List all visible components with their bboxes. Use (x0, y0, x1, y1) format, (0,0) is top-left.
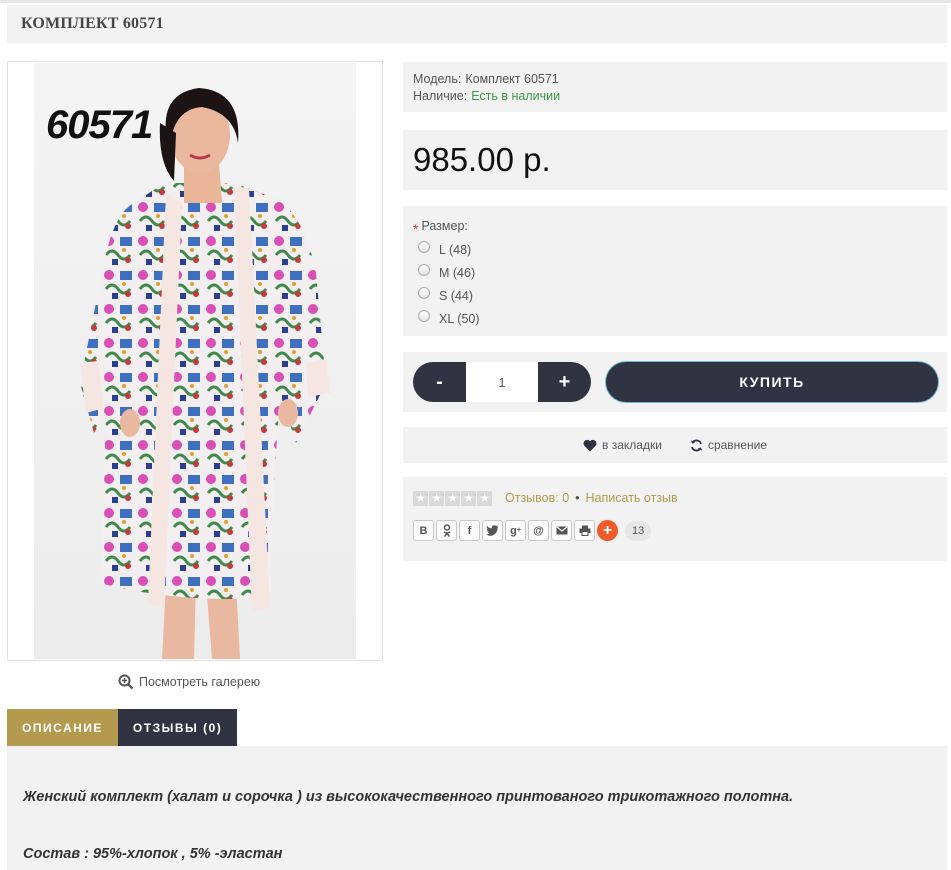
zoom-icon (118, 674, 134, 690)
product-price: 985.00 р. (413, 141, 551, 178)
separator-dot: • (575, 491, 580, 505)
price-panel: 985.00 р. (403, 130, 947, 190)
product-tabs: ОПИСАНИЕ ОТЗЫВЫ (0) (7, 709, 238, 746)
quantity-input[interactable] (466, 362, 538, 402)
add-to-compare-link[interactable]: сравнение (690, 438, 767, 452)
compare-label: сравнение (707, 438, 767, 452)
mailru-icon[interactable]: @ (528, 520, 549, 541)
availability-row: Наличие: Есть в наличии (413, 88, 937, 105)
description-text: Женский комплект (халат и сорочка ) из в… (23, 789, 794, 805)
decrease-quantity-button[interactable]: - (413, 362, 466, 402)
star-icon: ★ (445, 490, 460, 506)
star-icon: ★ (429, 490, 444, 506)
model-label: Модель: (413, 72, 462, 86)
availability-label: Наличие: (413, 89, 468, 103)
image-model-code: 60571 (46, 103, 153, 147)
refresh-icon (690, 439, 703, 451)
size-radio[interactable] (418, 309, 430, 322)
composition-text: Состав : 95%-хлопок , 5% -эластан (23, 846, 283, 862)
purchase-panel: - + КУПИТЬ (403, 352, 947, 412)
size-options-panel: * Размер: L (48) M (46) S (44) XL (50) (403, 206, 947, 336)
share-count: 13 (625, 520, 652, 541)
view-gallery-label: Посмотреть галерею (139, 675, 261, 689)
wishlist-label: в закладки (602, 438, 662, 452)
reviews-share-panel: ★ ★ ★ ★ ★ Отзывов: 0 • Написать отзыв B … (403, 477, 947, 561)
size-option-xl[interactable]: XL (50) (413, 307, 937, 330)
increase-quantity-button[interactable]: + (538, 362, 591, 402)
size-label-row: * Размер: (413, 218, 937, 237)
vk-icon[interactable]: B (413, 520, 434, 541)
required-mark: * (413, 221, 419, 237)
product-info-panel: Модель: Комплект 60571 Наличие: Есть в нал… (403, 62, 947, 112)
view-gallery-link[interactable]: Посмотреть галерею (118, 672, 260, 692)
add-to-wishlist-link[interactable]: в закладки (583, 438, 662, 452)
size-option-s[interactable]: S (44) (413, 284, 937, 307)
model-value: Комплект 60571 (465, 72, 559, 86)
product-photo-illustration (80, 88, 330, 659)
facebook-icon[interactable]: f (459, 520, 480, 541)
heart-icon (583, 439, 597, 451)
availability-value: Есть в наличии (471, 89, 561, 103)
wishlist-compare-panel: в закладки сравнение (403, 427, 947, 463)
print-icon[interactable] (574, 520, 595, 541)
model-row: Модель: Комплект 60571 (413, 71, 937, 88)
size-radio[interactable] (418, 263, 430, 276)
share-more-icon[interactable]: + (597, 520, 618, 541)
rating-row: ★ ★ ★ ★ ★ Отзывов: 0 • Написать отзыв (413, 490, 937, 506)
page-title-bar: КОМПЛЕКТ 60571 (7, 5, 947, 43)
tab-description[interactable]: ОПИСАНИЕ (7, 709, 118, 746)
tab-reviews[interactable]: ОТЗЫВЫ (0) (117, 709, 238, 746)
product-image-frame[interactable]: 60571 (7, 61, 383, 661)
size-radio[interactable] (418, 286, 430, 299)
top-divider (0, 0, 951, 3)
star-icon: ★ (461, 490, 476, 506)
size-label: Размер: (421, 219, 468, 233)
size-option-m[interactable]: M (46) (413, 261, 937, 284)
star-icon: ★ (477, 490, 492, 506)
size-radio[interactable] (418, 240, 430, 253)
star-rating: ★ ★ ★ ★ ★ (413, 490, 492, 506)
description-panel: Женский комплект (халат и сорочка ) из в… (7, 746, 947, 870)
size-option-label: XL (50) (439, 311, 480, 326)
buy-button[interactable]: КУПИТЬ (606, 362, 938, 402)
size-option-label: M (46) (439, 265, 476, 280)
odnoklassniki-icon[interactable] (436, 520, 457, 541)
reviews-count-link[interactable]: Отзывов: 0 (505, 491, 569, 505)
product-image[interactable]: 60571 (34, 63, 356, 659)
size-option-l[interactable]: L (48) (413, 238, 937, 261)
quantity-stepper: - + (413, 362, 591, 402)
size-option-label: L (48) (439, 242, 472, 257)
share-buttons: B f g + @ + 13 (413, 520, 937, 541)
twitter-icon[interactable] (482, 520, 503, 541)
email-icon[interactable] (551, 520, 572, 541)
size-option-label: S (44) (439, 288, 474, 303)
page-title: КОМПЛЕКТ 60571 (21, 15, 164, 32)
star-icon: ★ (413, 490, 428, 506)
write-review-link[interactable]: Написать отзыв (586, 491, 678, 505)
googleplus-icon[interactable]: g + (505, 520, 526, 541)
